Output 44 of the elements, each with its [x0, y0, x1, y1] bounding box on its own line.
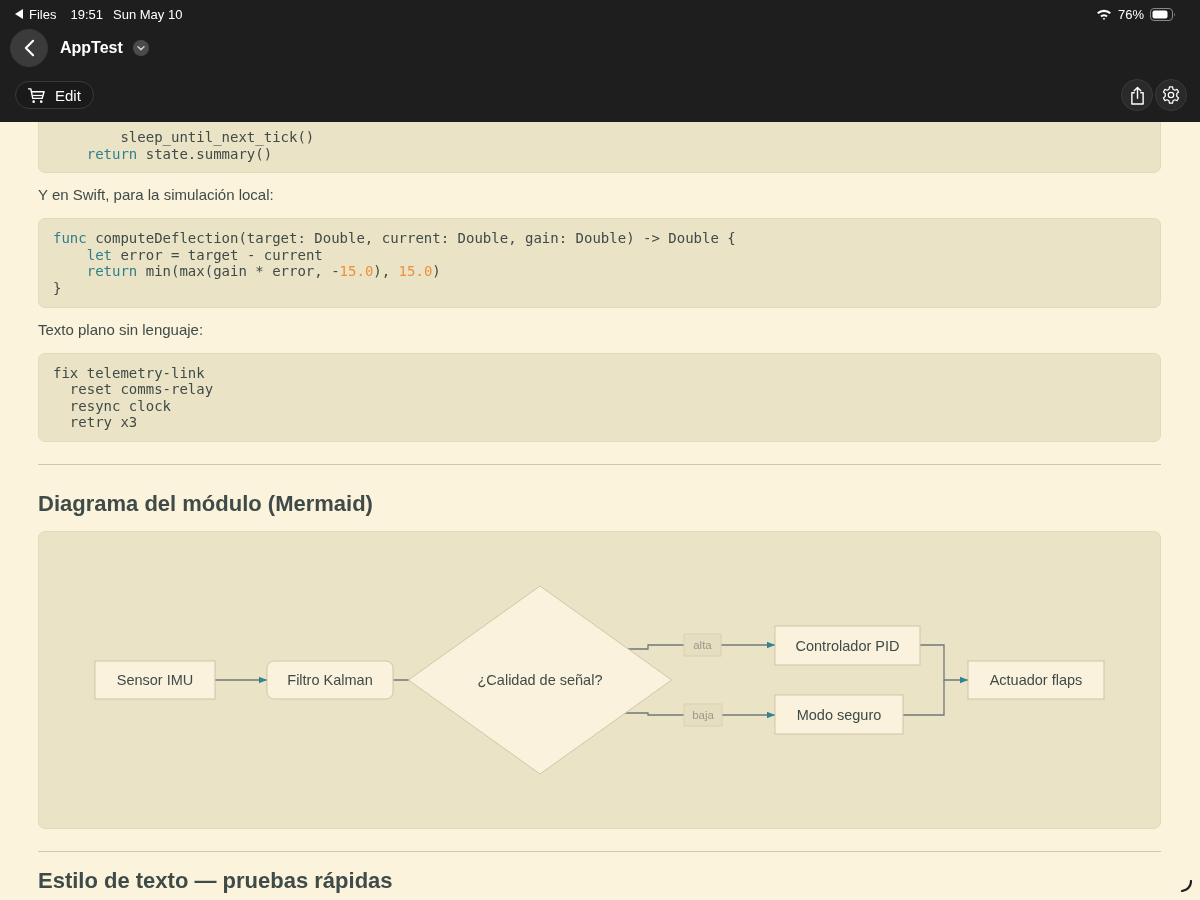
- status-time: 19:51: [70, 6, 103, 22]
- wifi-icon: [1095, 8, 1112, 20]
- app-title: AppTest: [60, 39, 123, 57]
- section-heading: Diagrama del módulo (Mermaid): [38, 490, 374, 517]
- back-app-link[interactable]: Files: [29, 6, 57, 22]
- back-button[interactable]: [10, 29, 48, 67]
- edge-label: alta: [683, 633, 722, 657]
- code-line: resync clock: [68, 397, 171, 415]
- code-line: reset comms-relay: [68, 381, 214, 398]
- edit-button[interactable]: Edit: [15, 81, 94, 109]
- back-chevron-icon: [23, 39, 35, 57]
- flowchart-node: Modo seguro: [774, 694, 904, 735]
- section-heading: Estilo de texto — pruebas rápidas: [38, 867, 394, 894]
- settings-button[interactable]: [1155, 79, 1187, 111]
- status-date: Sun May 10: [113, 6, 183, 22]
- connector-arrow: [214, 676, 268, 684]
- scroll-indicator-icon: [1180, 880, 1192, 892]
- share-icon: [1129, 85, 1145, 105]
- flowchart-node: Controlador PID: [774, 625, 921, 666]
- code-line: retry x3: [68, 414, 138, 431]
- connector-arrow: [721, 711, 776, 719]
- flowchart-node: Filtro Kalman: [266, 660, 394, 700]
- flowchart-node: Sensor IMU: [94, 660, 216, 700]
- battery-percent: 76%: [1117, 6, 1144, 22]
- edge-label: baja: [683, 703, 723, 727]
- code-line: fix telemetry-link: [53, 364, 205, 382]
- battery-icon: [1150, 7, 1176, 21]
- share-button[interactable]: [1121, 79, 1153, 111]
- code-line: return state.summary(): [85, 145, 273, 163]
- code-line: }: [53, 279, 62, 297]
- code-line: func computeDeflection(target: Double, current: Double, gain: Double) -> Double {: [53, 230, 736, 247]
- paragraph-text: Texto plano sin lenguaje:: [38, 319, 205, 340]
- code-line: sleep_until_next_tick(): [119, 129, 315, 146]
- chevron-down-icon[interactable]: [132, 40, 149, 56]
- settings-icon: [1162, 86, 1180, 104]
- connector-arrow: [720, 641, 776, 649]
- paragraph-text: Y en Swift, para la simulación local:: [38, 185, 275, 206]
- back-triangle-icon[interactable]: [15, 9, 23, 19]
- decision-node: ¿Calidad de señal?: [407, 585, 673, 775]
- connector-arrow: [919, 644, 969, 684]
- code-line: return min(max(gain * error, -15.0), 15.0): [85, 263, 441, 280]
- flowchart-node: Actuador flaps: [967, 660, 1105, 700]
- cart-icon: [27, 86, 46, 104]
- code-line: let error = target - current: [85, 246, 323, 264]
